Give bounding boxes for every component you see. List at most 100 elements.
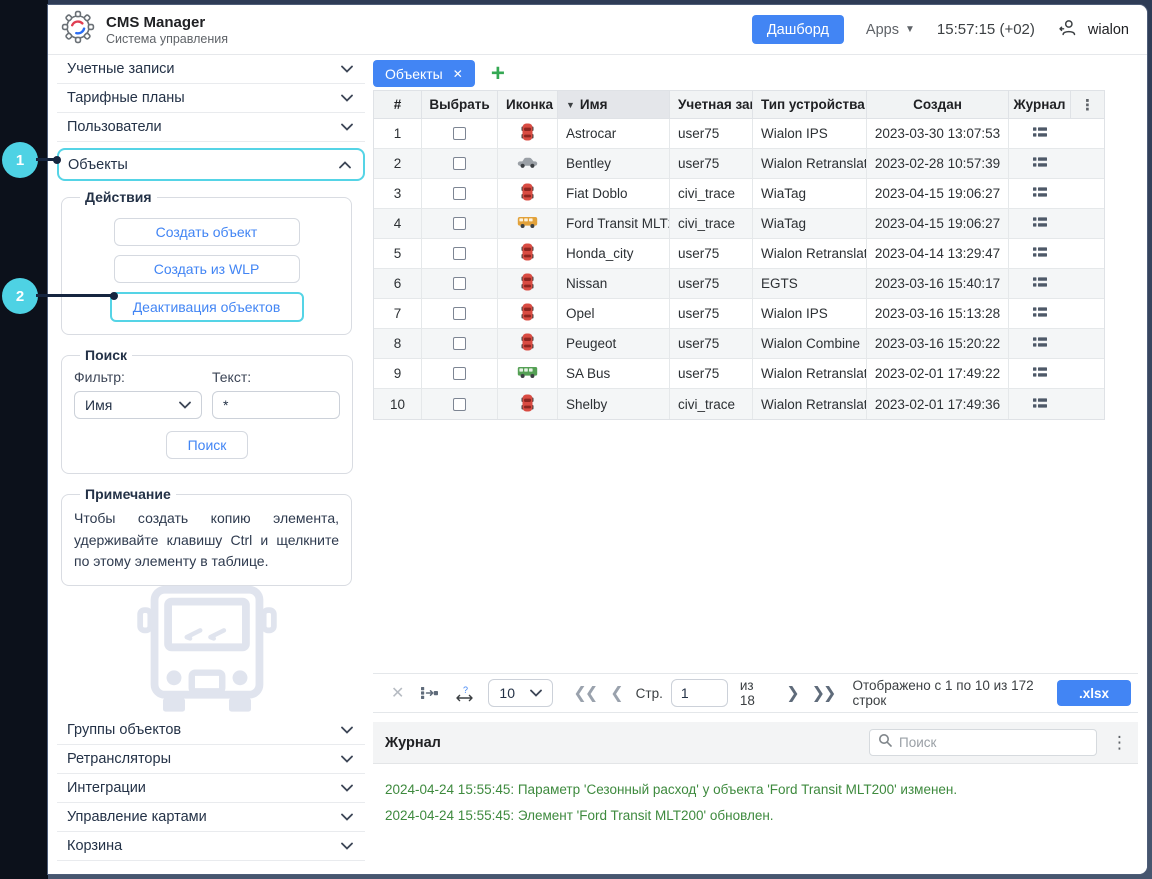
search-button[interactable]: Поиск [166,431,248,459]
cell-number: 1 [374,119,422,148]
sidebar-item-bottom-3[interactable]: Управление картами [57,803,365,832]
row-checkbox[interactable] [453,247,466,260]
sidebar-item-1[interactable]: Тарифные планы [57,84,365,113]
column-header-1[interactable]: Выбрать [422,91,498,118]
fit-width-icon[interactable]: ? [455,685,474,702]
first-page-icon[interactable]: ❮❮ [573,683,596,703]
sidebar-item-bottom-4[interactable]: Корзина [57,832,365,861]
journal-list-icon[interactable] [1032,126,1048,141]
export-xlsx-button[interactable]: .xlsx [1057,680,1131,706]
action-button-0[interactable]: Создать объект [114,218,300,246]
cms-window: CMS Manager Система управления Дашборд A… [48,5,1147,874]
journal-list-icon[interactable] [1032,397,1048,412]
row-checkbox[interactable] [453,307,466,320]
cell-created: 2023-03-16 15:40:17 [867,269,1009,298]
user-menu[interactable]: wialon [1057,17,1129,43]
cell-icon [498,329,558,358]
sidebar-item-0[interactable]: Учетные записи [57,55,365,84]
table-row[interactable]: 7Opeluser75Wialon IPS2023-03-16 15:13:28 [374,299,1104,329]
row-checkbox[interactable] [453,367,466,380]
row-checkbox[interactable] [453,157,466,170]
row-checkbox[interactable] [453,127,466,140]
sidebar-item-bottom-2[interactable]: Интеграции [57,774,365,803]
table-row[interactable]: 3Fiat Doblocivi_traceWiaTag2023-04-15 19… [374,179,1104,209]
prev-page-icon[interactable]: ❮ [610,683,623,703]
chevron-down-icon: ▼ [905,24,915,35]
column-header-5[interactable]: Тип устройства [753,91,867,118]
cell-device-type: EGTS [753,269,867,298]
journal-search-box[interactable] [869,729,1097,756]
row-checkbox[interactable] [453,187,466,200]
move-columns-icon[interactable] [420,686,439,700]
column-header-4[interactable]: Учетная запись [670,91,753,118]
car-red-top-icon [521,123,534,144]
cell-number: 10 [374,389,422,419]
cell-account: user75 [670,269,753,298]
cell-device-type: Wialon IPS [753,299,867,328]
cell-created: 2023-04-15 19:06:27 [867,179,1009,208]
sidebar-item-bottom-1[interactable]: Ретрансляторы [57,745,365,774]
sidebar-item-2[interactable]: Пользователи [57,113,365,142]
chevron-down-icon [341,780,353,796]
filter-label: Фильтр: [74,369,202,385]
page-size-select[interactable]: 10 [488,679,553,707]
cell-icon [498,149,558,178]
column-header-6[interactable]: Создан [867,91,1009,118]
cell-icon [498,299,558,328]
last-page-icon[interactable]: ❯❯ [812,683,835,703]
sort-desc-icon: ▼ [566,100,575,110]
cell-select [422,119,498,148]
action-button-1[interactable]: Создать из WLP [114,255,300,283]
table-row[interactable]: 9SA Bususer75Wialon Retranslator2023-02-… [374,359,1104,389]
column-header-7[interactable]: Журнал [1009,91,1071,118]
cell-icon [498,389,558,419]
column-header-3[interactable]: ▼Имя [558,91,670,118]
journal-search-input[interactable] [899,735,1088,750]
cell-created: 2023-03-30 13:07:53 [867,119,1009,148]
row-checkbox[interactable] [453,398,466,411]
cell-journal [1009,119,1071,148]
page-number-input[interactable] [671,679,728,707]
table-row[interactable]: 5Honda_cityuser75Wialon Retranslator2023… [374,239,1104,269]
row-checkbox[interactable] [453,277,466,290]
column-header-2[interactable]: Иконка [498,91,558,118]
apps-menu[interactable]: Apps ▼ [866,22,915,38]
journal-list-icon[interactable] [1032,336,1048,351]
journal-list-icon[interactable] [1032,156,1048,171]
journal-list-icon[interactable] [1032,306,1048,321]
sidebar-item-objects[interactable]: Объекты [57,148,365,181]
column-header-0[interactable]: # [374,91,422,118]
table-row[interactable]: 1Astrocaruser75Wialon IPS2023-03-30 13:0… [374,119,1104,149]
row-checkbox[interactable] [453,337,466,350]
action-button-2[interactable]: Деактивация объектов [110,292,304,322]
cell-number: 5 [374,239,422,268]
cell-icon [498,119,558,148]
next-page-icon[interactable]: ❯ [786,683,799,703]
cell-device-type: Wialon Retranslator [753,359,867,388]
table-row[interactable]: 8Peugeotuser75Wialon Combine2023-03-16 1… [374,329,1104,359]
journal-list-icon[interactable] [1032,246,1048,261]
journal-list-icon[interactable] [1032,366,1048,381]
search-text-input[interactable] [212,391,340,419]
table-row[interactable]: 6Nissanuser75EGTS2023-03-16 15:40:17 [374,269,1104,299]
dashboard-button[interactable]: Дашборд [752,15,844,44]
cell-select [422,149,498,178]
journal-list-icon[interactable] [1032,186,1048,201]
table-row[interactable]: 2Bentleyuser75Wialon Retranslator2023-02… [374,149,1104,179]
clear-selection-icon[interactable]: ✕ [391,683,404,703]
tab-close-icon[interactable]: ✕ [453,68,463,80]
table-row[interactable]: 4Ford Transit MLT200civi_traceWiaTag2023… [374,209,1104,239]
journal-list-icon[interactable] [1032,276,1048,291]
row-checkbox[interactable] [453,217,466,230]
tab-objects[interactable]: Объекты ✕ [373,60,475,87]
table-row[interactable]: 10Shelbycivi_traceWialon Retranslator202… [374,389,1104,419]
add-tab-icon[interactable]: + [491,62,505,86]
more-options-icon[interactable]: ⋮ [1111,733,1128,753]
journal-list-icon[interactable] [1032,216,1048,231]
sidebar-item-label: Ретрансляторы [67,751,171,767]
cell-select [422,389,498,419]
table-options-icon[interactable]: ⋮ [1071,91,1104,118]
filter-select[interactable]: Имя [74,391,202,419]
cell-device-type: Wialon Combine [753,329,867,358]
sidebar-item-bottom-0[interactable]: Группы объектов [57,716,365,745]
